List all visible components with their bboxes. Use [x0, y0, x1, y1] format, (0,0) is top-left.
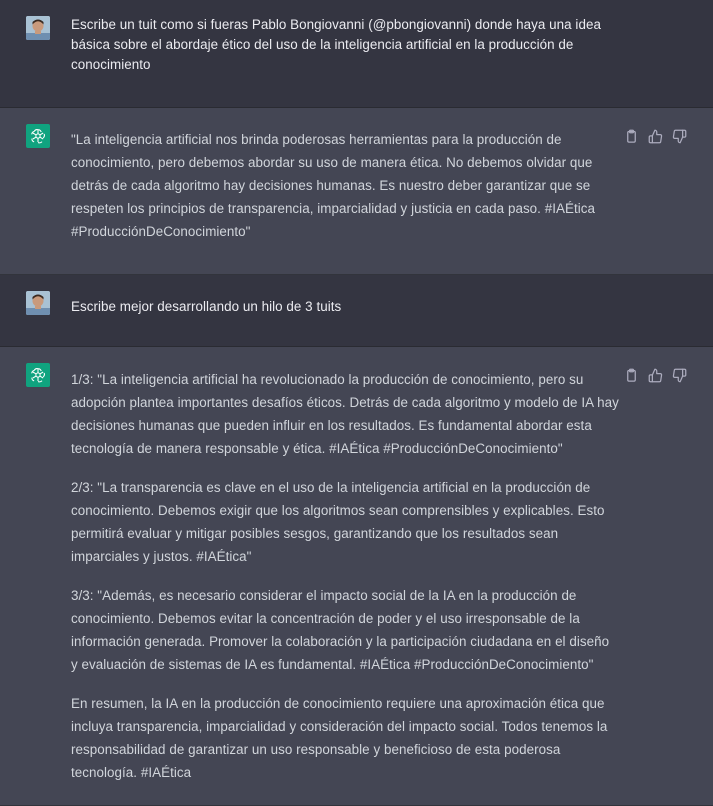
assistant-message-2: 1/3: "La inteligencia artificial ha revo… — [0, 347, 713, 806]
thumbs-up-icon[interactable] — [648, 368, 663, 383]
message-paragraph: En resumen, la IA en la producción de co… — [71, 696, 608, 780]
thumbs-up-icon[interactable] — [648, 129, 663, 144]
openai-logo-icon — [26, 363, 50, 387]
user-message-text: Escribe mejor desarrollando un hilo de 3… — [71, 297, 619, 317]
assistant-message-text: "La inteligencia artificial nos brinda p… — [71, 128, 619, 243]
message-paragraph: Escribe mejor desarrollando un hilo de 3… — [71, 299, 342, 314]
assistant-message-1: "La inteligencia artificial nos brinda p… — [0, 108, 713, 275]
message-paragraph: 2/3: "La transparencia es clave en el us… — [71, 480, 605, 564]
message-paragraph: Escribe un tuit como si fueras Pablo Bon… — [71, 17, 601, 72]
user-avatar — [26, 291, 50, 315]
thumbs-down-icon[interactable] — [672, 368, 687, 383]
openai-logo-icon — [26, 124, 50, 148]
clipboard-icon[interactable] — [624, 368, 639, 383]
user-message-text: Escribe un tuit como si fueras Pablo Bon… — [71, 15, 619, 75]
assistant-message-text: 1/3: "La inteligencia artificial ha revo… — [71, 368, 619, 784]
thumbs-down-icon[interactable] — [672, 129, 687, 144]
message-paragraph: 1/3: "La inteligencia artificial ha revo… — [71, 372, 619, 456]
message-actions — [624, 129, 687, 144]
user-avatar — [26, 16, 50, 40]
user-message-1: Escribe un tuit como si fueras Pablo Bon… — [0, 0, 713, 108]
clipboard-icon[interactable] — [624, 129, 639, 144]
message-paragraph: "La inteligencia artificial nos brinda p… — [71, 132, 595, 239]
user-message-2: Escribe mejor desarrollando un hilo de 3… — [0, 275, 713, 347]
message-paragraph: 3/3: "Además, es necesario considerar el… — [71, 588, 610, 672]
message-actions — [624, 368, 687, 383]
